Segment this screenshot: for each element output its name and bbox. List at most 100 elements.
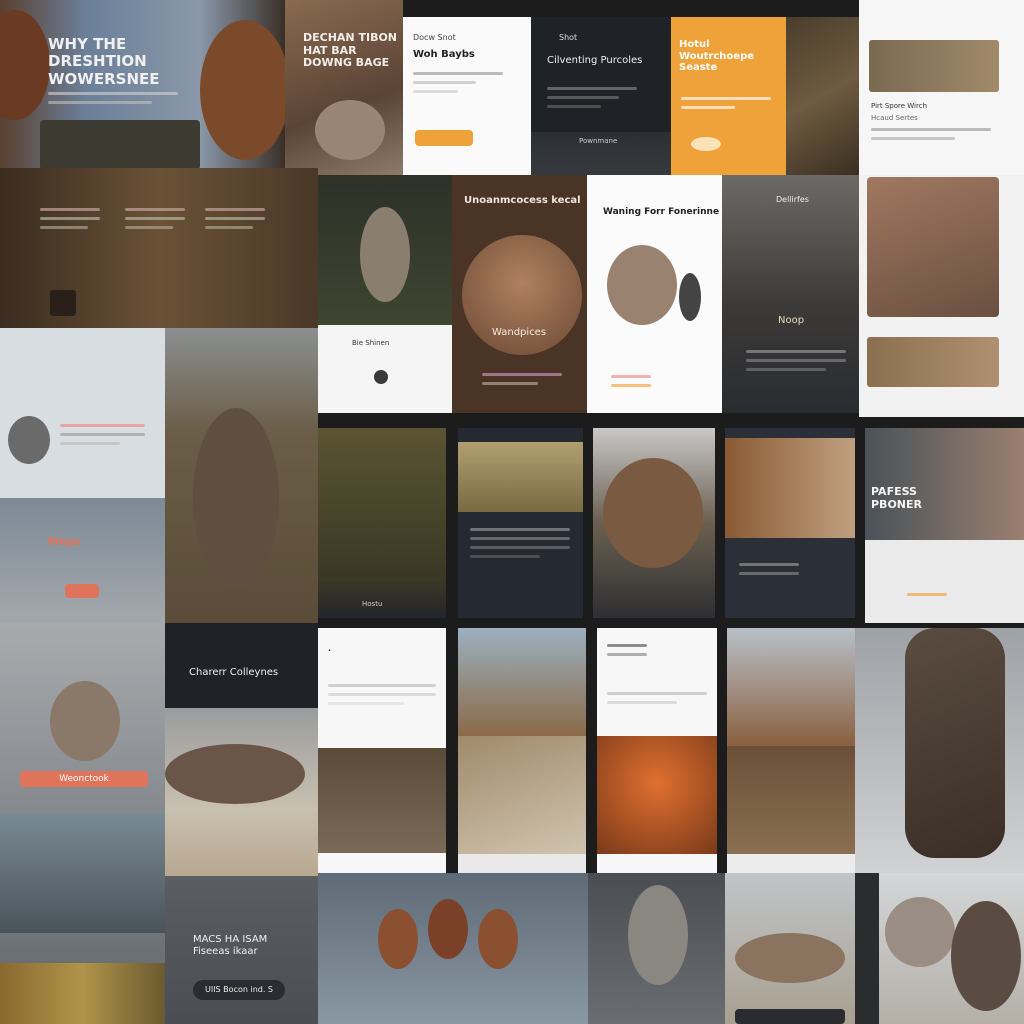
card-text-lines xyxy=(413,72,503,99)
card-title: · xyxy=(328,646,332,655)
card-title: Cilventing Purcoles xyxy=(547,55,643,66)
badge-button[interactable] xyxy=(65,584,99,598)
cub-photo xyxy=(727,628,855,746)
card-title: Maps xyxy=(48,535,81,548)
owl-photo xyxy=(588,873,725,1024)
banner-text: Charerr Colleynes xyxy=(189,667,279,678)
bear-card: Weonctook xyxy=(0,623,165,963)
cta-button[interactable]: UIIS Bocon ind. S xyxy=(193,980,285,1000)
card-textured: DECHAN TIBON HAT BAR DOWNG BAGE xyxy=(285,0,403,175)
lion-photo xyxy=(193,408,279,588)
white-orange-card xyxy=(597,628,717,873)
card-title-line: DOWNG BAGE xyxy=(303,56,390,70)
card-text-lines xyxy=(611,375,651,393)
card-title: DECHAN TIBON HAT BAR DOWNG BAGE xyxy=(303,31,398,70)
badge-label: Weonctook xyxy=(20,771,148,787)
text-column xyxy=(125,208,185,235)
animal-icon xyxy=(8,416,50,464)
hippo-photo-tile xyxy=(859,175,1024,417)
card-title: MACS HA ISAM Fiseeas ikaar xyxy=(193,934,267,957)
white-card: Docw Snot Woh Baybs xyxy=(403,17,531,175)
white-bird-card: Waning Forr Fonerinne xyxy=(587,175,722,413)
lion-photo xyxy=(735,933,845,983)
animal-photo xyxy=(869,40,999,92)
lion-photo-tall xyxy=(165,328,318,623)
card-text-lines xyxy=(547,87,637,114)
badge-icon xyxy=(50,290,76,316)
card-caption: Noop xyxy=(778,315,805,326)
cta-button[interactable] xyxy=(415,130,473,146)
icon-circle xyxy=(374,370,388,384)
card-header: Shot xyxy=(559,33,578,42)
card-title-line: Fiseeas ikaar xyxy=(193,945,258,957)
dark-info-card xyxy=(458,428,583,618)
hippo-hero-card: PAFESS PBONER xyxy=(865,428,1024,623)
card-title: Hotul Woutrchoepe Seaste xyxy=(679,39,755,73)
card-caption: Hostu xyxy=(362,600,383,608)
white-doc-card: · xyxy=(318,628,446,873)
warthog-photo xyxy=(165,708,318,876)
card-text-lines xyxy=(907,593,947,602)
lion-photo xyxy=(725,438,855,538)
fox-photo xyxy=(378,909,418,969)
card-title: Unoanmcocess kecal xyxy=(464,195,581,206)
hero-text-lines xyxy=(48,92,178,110)
animal-photo xyxy=(200,20,285,160)
rocks-photo xyxy=(0,813,165,933)
animal-photo xyxy=(360,207,410,302)
card-title-line: DECHAN TIBON xyxy=(303,31,398,44)
card-title-line: MACS HA ISAM xyxy=(193,934,268,945)
camels-photo xyxy=(879,873,1024,1024)
hero-title-line: WHY THE xyxy=(48,35,127,53)
field-photo xyxy=(458,442,583,512)
card-title: Dellirfes xyxy=(776,195,809,204)
footer-bar xyxy=(735,1009,845,1024)
animals-card xyxy=(593,428,715,618)
card-text-lines xyxy=(739,563,799,581)
animal-photo-card xyxy=(318,175,452,325)
grassland-card: Hostu xyxy=(318,428,446,618)
foxes-photo xyxy=(318,873,588,1024)
text-column xyxy=(40,208,100,235)
foliage-photo xyxy=(0,963,165,1024)
fox-photo xyxy=(478,909,518,969)
orange-card: Hotul Woutrchoepe Seaste xyxy=(671,17,786,175)
card-text-lines xyxy=(607,644,647,662)
card-title: Woh Baybs xyxy=(413,49,475,60)
bird-icon xyxy=(691,137,721,151)
hippo-photo xyxy=(865,428,1024,540)
bird-photo xyxy=(607,245,677,325)
card-footer: Pownmane xyxy=(579,137,618,145)
card-title: Bie Shinen xyxy=(352,339,390,347)
lions-photo xyxy=(727,746,855,854)
card-text-lines xyxy=(607,692,707,710)
warthog-photo xyxy=(165,744,305,804)
hero-tile-top-left: WHY THE DRESHTION WOWERSNEE xyxy=(0,0,285,168)
dark-photo-card: Dellirfes Noop xyxy=(722,175,859,413)
bear-photo xyxy=(50,681,120,761)
animal-photo xyxy=(951,901,1021,1011)
card-title: Pirt Spore Wirch xyxy=(871,102,928,110)
hero-title-line: WOWERSNEE xyxy=(48,69,160,88)
dark-lion-card xyxy=(725,428,855,618)
card-title: Waning Forr Fonerinne xyxy=(603,207,720,217)
animal-photo xyxy=(885,897,955,967)
herd-photo xyxy=(318,748,446,853)
card-subtitle: Hcaud Sertes xyxy=(871,114,918,122)
lion-stack-card xyxy=(458,628,586,873)
elephant-photo xyxy=(905,628,1005,858)
dark-cta-card: MACS HA ISAM Fiseeas ikaar UIIS Bocon in… xyxy=(165,876,318,1024)
animal-photo xyxy=(0,10,50,120)
brown-arch-card: Unoanmcocess kecal Wandpices xyxy=(452,175,587,413)
brown-banner xyxy=(0,168,318,328)
gap-dark xyxy=(855,873,879,1024)
cub-card xyxy=(727,628,855,873)
owl-photo xyxy=(628,885,688,985)
elephant-card xyxy=(855,628,1024,873)
card-text-lines xyxy=(470,528,570,564)
bird-photo xyxy=(679,273,701,321)
card-text-lines xyxy=(328,684,436,711)
white-card-right: Pirt Spore Wirch Hcaud Sertes xyxy=(859,0,1024,175)
lion-photo xyxy=(597,736,717,854)
card-text-lines xyxy=(746,350,846,377)
